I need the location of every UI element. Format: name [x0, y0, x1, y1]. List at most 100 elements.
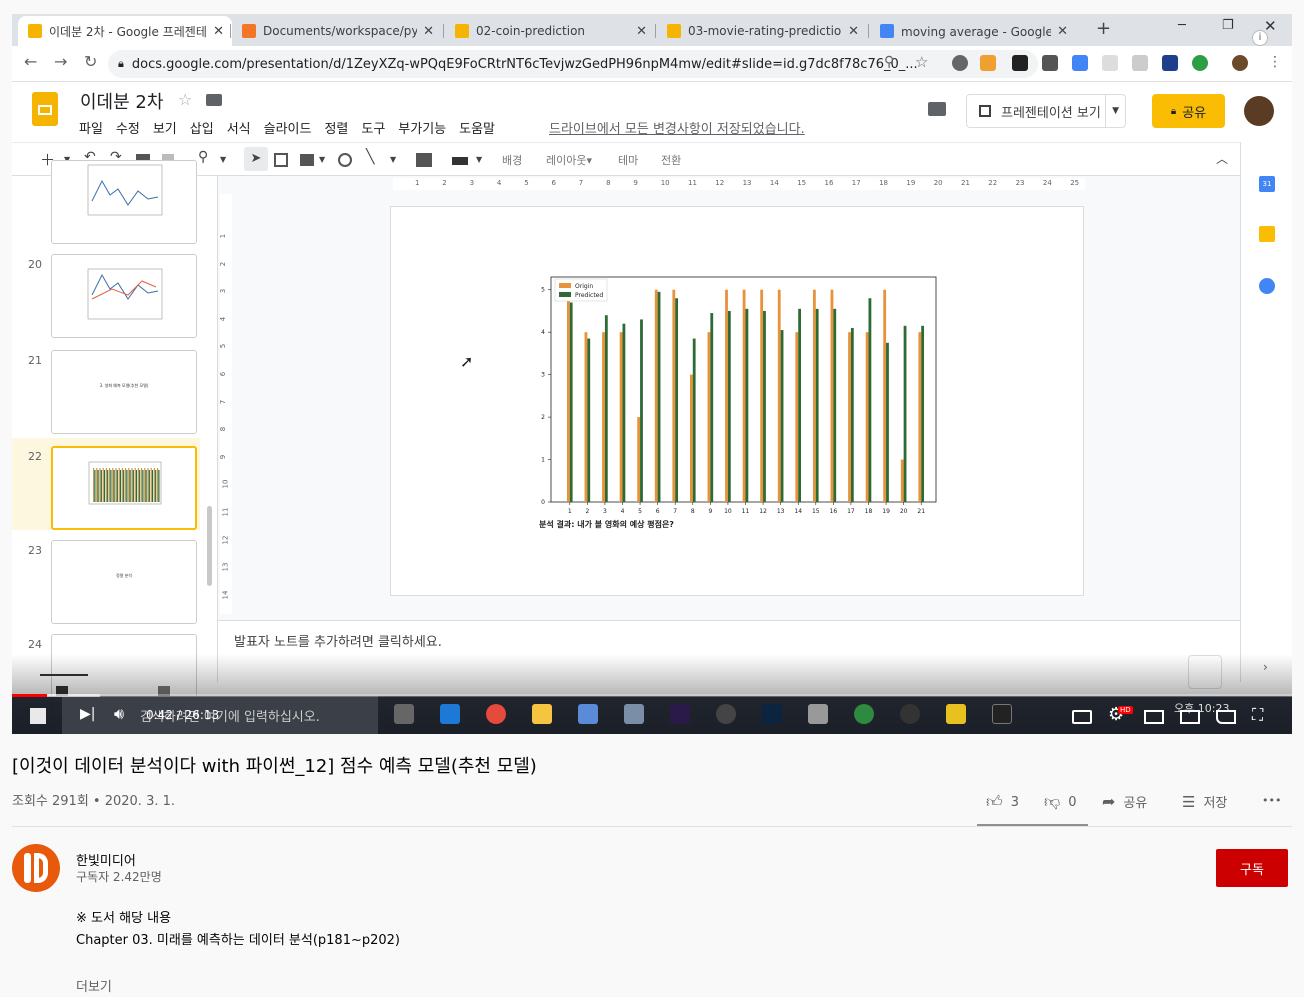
- chevron-down-icon[interactable]: ▼: [1105, 95, 1119, 127]
- menu-item[interactable]: 파일: [79, 118, 103, 137]
- bar-predicted-10[interactable]: [727, 310, 731, 502]
- slide-thumbnail[interactable]: 3. 영화 예측 모델(추천 모델): [51, 350, 197, 434]
- menu-item[interactable]: 슬라이드: [264, 118, 312, 137]
- close-tab-icon[interactable]: ✕: [213, 24, 224, 39]
- slide-thumbnail[interactable]: [51, 446, 197, 530]
- menu-item[interactable]: 도움말: [459, 118, 495, 137]
- bar-predicted-18[interactable]: [868, 298, 872, 502]
- bar-origin-8[interactable]: [689, 374, 693, 502]
- like-button[interactable]: 👍︎ 3: [986, 792, 1019, 812]
- bar-predicted-2[interactable]: [587, 338, 591, 502]
- bar-predicted-12[interactable]: [763, 310, 766, 502]
- textbox-icon[interactable]: [274, 153, 288, 167]
- extension-icon-4[interactable]: [1042, 55, 1058, 71]
- bar-origin-13[interactable]: [777, 289, 781, 502]
- bar-predicted-14[interactable]: [798, 308, 802, 502]
- menu-item[interactable]: 수정: [116, 118, 140, 137]
- line-icon[interactable]: ╲: [366, 149, 374, 165]
- menu-item[interactable]: 보기: [153, 118, 177, 137]
- menu-item[interactable]: 삽입: [190, 118, 214, 137]
- reload-icon[interactable]: ↻: [84, 52, 97, 71]
- bar-predicted-13[interactable]: [780, 330, 784, 502]
- bookmark-star-icon[interactable]: ☆: [915, 53, 928, 71]
- present-button[interactable]: 프레젠테이션 보기 ▼: [966, 94, 1126, 128]
- chevron-down-icon[interactable]: ▼: [319, 155, 325, 164]
- miniplayer-icon[interactable]: [1144, 710, 1164, 724]
- menu-item[interactable]: 도구: [361, 118, 385, 137]
- chevron-down-icon[interactable]: ▼: [476, 155, 482, 164]
- slide-thumbnail[interactable]: 정렬 분석: [51, 540, 197, 624]
- extension-icon-6[interactable]: [1102, 55, 1118, 71]
- comments-icon[interactable]: [928, 102, 946, 116]
- bar-origin-10[interactable]: [725, 289, 728, 502]
- bar-predicted-20[interactable]: [903, 325, 907, 502]
- browser-tab[interactable]: 이데분 2차 - Google 프레젠테 ✕: [18, 16, 232, 46]
- bar-origin-18[interactable]: [865, 332, 869, 502]
- bar-origin-17[interactable]: [848, 332, 851, 502]
- bar-origin-2[interactable]: [584, 332, 588, 502]
- share-button[interactable]: ➦ 공유: [1102, 792, 1147, 811]
- bar-origin-19[interactable]: [883, 289, 887, 502]
- dislike-button[interactable]: 👎︎ 0: [1044, 792, 1077, 812]
- channel-name[interactable]: 한빛미디어: [76, 850, 136, 869]
- extension-icon-3[interactable]: [1012, 55, 1028, 71]
- bar-origin-21[interactable]: [918, 332, 922, 502]
- zoom-icon[interactable]: ⚲: [198, 149, 208, 165]
- close-tab-icon[interactable]: ✕: [423, 24, 434, 39]
- save-status[interactable]: 드라이브에서 모든 변경사항이 저장되었습니다.: [549, 118, 805, 137]
- close-tab-icon[interactable]: ✕: [636, 24, 647, 39]
- slide-caption[interactable]: 분석 결과: 내가 볼 영화의 예상 평점은?: [539, 519, 674, 530]
- browser-menu-icon[interactable]: ⋮: [1268, 54, 1282, 70]
- bar-predicted-5[interactable]: [640, 319, 643, 502]
- url-bar[interactable]: 🔒︎ docs.google.com/presentation/d/1ZeyXZ…: [108, 50, 1038, 78]
- bar-origin-7[interactable]: [672, 289, 676, 502]
- bar-origin-12[interactable]: [760, 289, 764, 502]
- extension-icon-2[interactable]: [980, 55, 996, 71]
- theater-mode-icon[interactable]: [1180, 710, 1200, 724]
- bar-predicted-9[interactable]: [710, 313, 714, 502]
- bar-origin-14[interactable]: [795, 332, 799, 502]
- current-slide[interactable]: 0 1 2 3 4 5 1 2 3 4 5 6 7 8 9 10 11 12 13 14 15 16 17 18 19 20 21 O…: [390, 206, 1084, 596]
- window-minimize-button[interactable]: ─: [1178, 18, 1186, 33]
- info-icon[interactable]: i: [1252, 30, 1268, 46]
- cast-icon[interactable]: [1216, 710, 1236, 724]
- browser-tab[interactable]: Documents/workspace/pytho ✕: [232, 16, 442, 46]
- menu-item[interactable]: 정렬: [324, 118, 348, 137]
- calendar-icon[interactable]: 31: [1259, 176, 1275, 192]
- bar-origin-9[interactable]: [707, 332, 711, 502]
- slide-thumbnail[interactable]: [51, 254, 197, 338]
- folder-icon[interactable]: [206, 94, 222, 106]
- save-button[interactable]: ☰ 저장: [1182, 792, 1227, 812]
- show-more-button[interactable]: 더보기: [76, 976, 112, 995]
- zotero-icon[interactable]: [1162, 55, 1178, 71]
- filmstrip-scrollbar[interactable]: [207, 506, 212, 586]
- channel-avatar[interactable]: [12, 844, 60, 892]
- collapse-toolbar-icon[interactable]: ︿: [1216, 150, 1228, 167]
- bar-origin-11[interactable]: [742, 289, 746, 502]
- image-icon[interactable]: [300, 154, 314, 166]
- video-progress-bar[interactable]: [12, 694, 1292, 697]
- bar-predicted-1[interactable]: [569, 302, 573, 502]
- extension-icon-1[interactable]: [952, 55, 968, 71]
- bar-origin-6[interactable]: [654, 289, 658, 502]
- new-tab-button[interactable]: +: [1096, 18, 1111, 39]
- bar-origin-3[interactable]: [602, 332, 605, 502]
- bar-predicted-16[interactable]: [833, 308, 837, 502]
- comment-add-icon[interactable]: [416, 153, 432, 167]
- layout-button[interactable]: 레이아웃▾: [546, 152, 592, 168]
- keyboard-icon[interactable]: [452, 157, 468, 165]
- bar-predicted-19[interactable]: [886, 342, 889, 502]
- subtitles-icon[interactable]: [1072, 710, 1092, 724]
- bar-origin-16[interactable]: [830, 289, 834, 502]
- close-tab-icon[interactable]: ✕: [1057, 24, 1068, 39]
- subscribe-button[interactable]: 구독: [1216, 849, 1288, 887]
- browser-tab[interactable]: moving average - Google 검 ✕: [870, 16, 1076, 46]
- chevron-down-icon[interactable]: ▼: [390, 155, 396, 164]
- forward-icon[interactable]: →: [54, 52, 67, 71]
- extension-icon-7[interactable]: [1132, 55, 1148, 71]
- back-icon[interactable]: ←: [24, 52, 37, 71]
- menu-item[interactable]: 서식: [227, 118, 251, 137]
- bar-predicted-8[interactable]: [692, 338, 696, 502]
- bar-origin-5[interactable]: [637, 417, 641, 502]
- close-tab-icon[interactable]: ✕: [848, 24, 859, 39]
